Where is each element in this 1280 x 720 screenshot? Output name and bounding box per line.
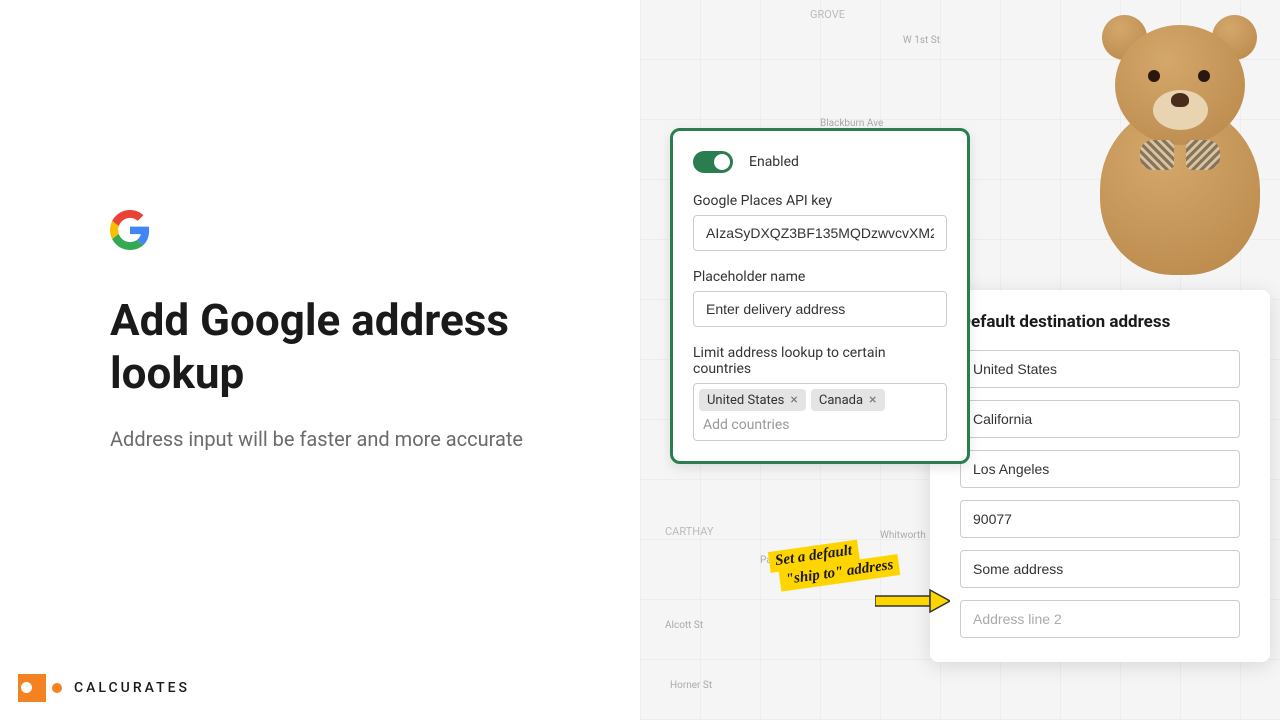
map-area-label: CARTHAY <box>665 525 713 538</box>
map-street-label: W 1st St <box>903 35 940 46</box>
placeholder-name-input[interactable] <box>693 291 947 327</box>
teddy-bear-image <box>1040 15 1280 315</box>
countries-input[interactable]: United States × Canada × Add countries <box>693 383 947 441</box>
brand-name: CALCURATES <box>74 680 190 696</box>
enabled-label: Enabled <box>749 154 799 170</box>
enabled-toggle[interactable] <box>693 151 733 173</box>
destination-title: Default destination address <box>960 312 1240 332</box>
state-input[interactable] <box>960 400 1240 438</box>
city-input[interactable] <box>960 450 1240 488</box>
address-line1-input[interactable] <box>960 550 1240 588</box>
zip-input[interactable] <box>960 500 1240 538</box>
country-tag: United States × <box>699 389 806 411</box>
countries-placeholder: Add countries <box>699 415 941 435</box>
hero-subheading: Address input will be faster and more ac… <box>110 424 550 454</box>
hero-heading: Add Google address lookup <box>110 294 550 400</box>
api-key-input[interactable] <box>693 215 947 251</box>
country-tag-label: Canada <box>819 393 863 408</box>
country-input[interactable] <box>960 350 1240 388</box>
hero-section: Add Google address lookup Address input … <box>110 210 550 454</box>
map-street-label: Horner St <box>670 680 712 691</box>
api-key-label: Google Places API key <box>693 193 947 209</box>
arrow-icon <box>875 588 950 614</box>
map-street-label: Alcott St <box>665 620 703 631</box>
right-panel: W 1st St Blackburn Ave Packard St Alcott… <box>640 0 1280 720</box>
address-line2-input[interactable] <box>960 600 1240 638</box>
country-tag-label: United States <box>707 393 784 408</box>
countries-label: Limit address lookup to certain countrie… <box>693 345 947 377</box>
remove-tag-icon[interactable]: × <box>869 392 876 408</box>
brand-mark <box>18 674 46 702</box>
google-icon <box>110 210 150 250</box>
remove-tag-icon[interactable]: × <box>790 392 797 408</box>
brand-logo-area: CALCURATES <box>18 674 190 702</box>
config-card: Enabled Google Places API key Placeholde… <box>670 128 970 464</box>
destination-card: Default destination address <box>930 290 1270 662</box>
map-area-label: GROVE <box>810 8 845 21</box>
country-tag: Canada × <box>811 389 885 411</box>
placeholder-name-label: Placeholder name <box>693 269 947 285</box>
